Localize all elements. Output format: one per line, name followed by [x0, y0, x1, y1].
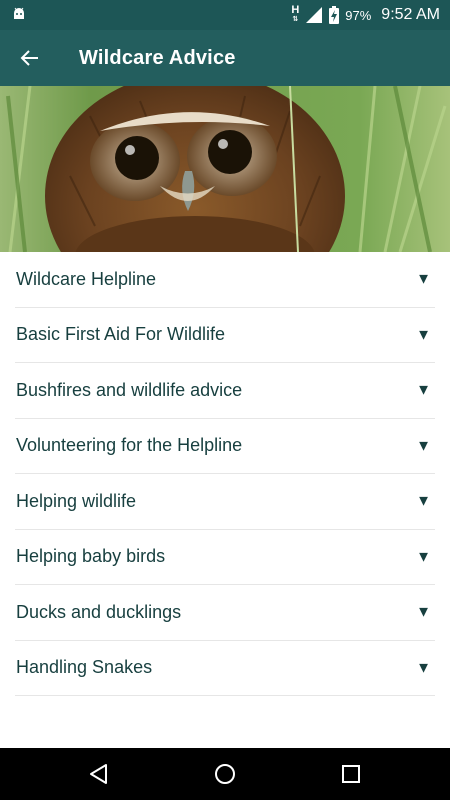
page-title: Wildcare Advice: [79, 47, 236, 69]
list-item-ducks[interactable]: Ducks and ducklings ▼: [15, 585, 435, 641]
list-item-label: Helping wildlife: [16, 490, 137, 511]
battery-percent: 97%: [345, 7, 372, 23]
back-arrow-icon: [20, 50, 38, 66]
screen: H ⇅ 97% 9:52 AM Wildcare Advice Wildcare…: [0, 0, 450, 800]
nav-back-icon: [90, 764, 107, 784]
list-item-volunteering[interactable]: Volunteering for the Helpline ▼: [15, 419, 435, 474]
caret-down-icon: ▼: [416, 381, 431, 399]
list-item-label: Basic First Aid For Wildlife: [16, 324, 226, 345]
back-button[interactable]: [14, 42, 46, 74]
system-nav-bar: [0, 748, 450, 800]
status-icons: H ⇅ 97% 9:52 AM: [291, 0, 440, 30]
caret-down-icon: ▼: [416, 270, 431, 288]
list-item-label: Volunteering for the Helpline: [16, 435, 243, 456]
list-item-basic-first-aid[interactable]: Basic First Aid For Wildlife ▼: [15, 308, 435, 363]
owl-photo: [0, 86, 450, 252]
list-item-helping-wildlife[interactable]: Helping wildlife ▼: [15, 474, 435, 530]
caret-down-icon: ▼: [416, 437, 431, 455]
caret-down-icon: ▼: [416, 492, 431, 510]
list-item-label: Wildcare Helpline: [16, 268, 157, 289]
list-item-label: Handling Snakes: [16, 657, 153, 678]
nav-home-button[interactable]: [211, 760, 239, 788]
android-icon: [14, 7, 24, 19]
clock: 9:52 AM: [381, 6, 440, 23]
caret-down-icon: ▼: [416, 603, 431, 621]
list-item-label: Bushfires and wildlife advice: [16, 379, 243, 400]
caret-down-icon: ▼: [416, 548, 431, 566]
list-item-label: Helping baby birds: [16, 546, 166, 567]
list-item-wildcare-helpline[interactable]: Wildcare Helpline ▼: [15, 252, 435, 308]
list-item-label: Ducks and ducklings: [16, 601, 182, 622]
list-item-snakes[interactable]: Handling Snakes ▼: [15, 641, 435, 696]
nav-home-icon: [215, 764, 235, 784]
caret-down-icon: ▼: [416, 326, 431, 344]
advice-list: Wildcare Helpline ▼ Basic First Aid For …: [0, 252, 450, 696]
battery-charging-icon: [329, 6, 340, 24]
app-bar: Wildcare Advice: [0, 30, 450, 86]
list-item-baby-birds[interactable]: Helping baby birds ▼: [15, 530, 435, 585]
list-item-bushfires[interactable]: Bushfires and wildlife advice ▼: [15, 363, 435, 419]
status-bar: H ⇅ 97% 9:52 AM: [0, 0, 450, 30]
nav-recents-button[interactable]: [337, 760, 365, 788]
caret-down-icon: ▼: [416, 659, 431, 677]
nav-back-button[interactable]: [85, 760, 113, 788]
hero-image: [0, 86, 450, 252]
nav-recents-icon: [342, 765, 360, 783]
network-h-icon: H ⇅: [291, 4, 300, 24]
signal-icon: [306, 7, 323, 23]
